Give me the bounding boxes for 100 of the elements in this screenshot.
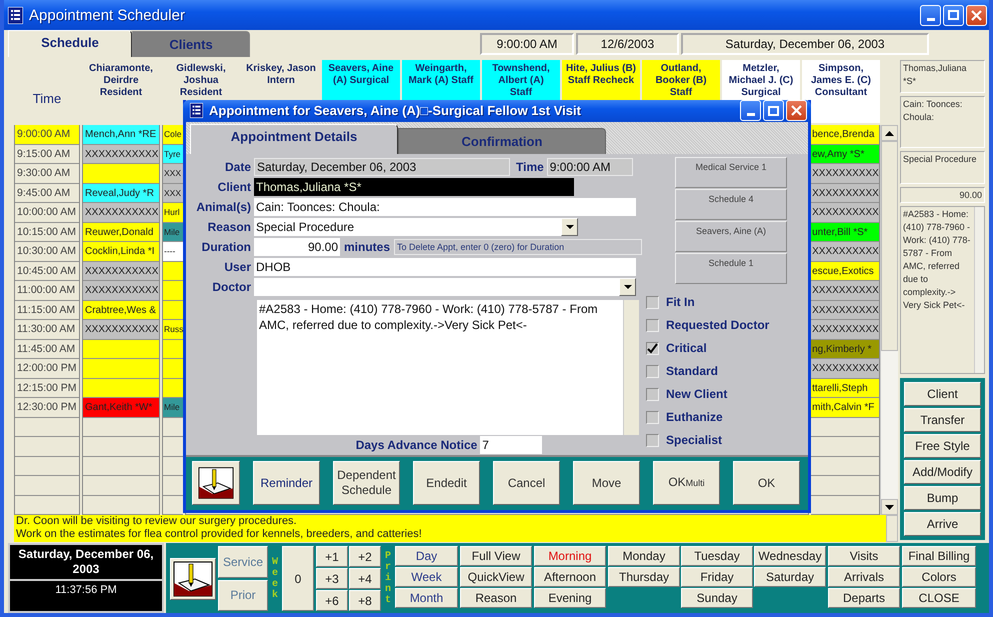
appointment-cell[interactable]: XXXXXXXXXXX	[83, 281, 159, 300]
advance-notice-field[interactable]: 7	[480, 436, 542, 454]
close-button[interactable]	[966, 4, 987, 26]
client-field[interactable]: Thomas,Juliana *S*	[254, 178, 574, 196]
service-button[interactable]: Service	[218, 546, 268, 578]
prior-button[interactable]: Prior	[218, 580, 268, 611]
week-offset-button[interactable]: +3	[316, 568, 348, 589]
dialog-button[interactable]: Reminder	[253, 461, 320, 506]
minimize-button[interactable]	[920, 4, 941, 26]
week-offset-button[interactable]: 0	[282, 546, 314, 611]
appointment-cell[interactable]: mith,Calvin *F	[811, 398, 880, 418]
week-offset-button[interactable]: +2	[349, 546, 381, 567]
appointment-cell[interactable]	[83, 164, 159, 184]
action-button[interactable]: Arrive	[904, 512, 981, 536]
user-field[interactable]: DHOB	[254, 258, 636, 276]
time-cell[interactable]: 11:45:00 AM	[15, 340, 79, 359]
appointment-cell[interactable]: Hurl	[163, 203, 183, 222]
period-button[interactable]: Morning	[534, 546, 606, 566]
dialog-button[interactable]: Cancel	[493, 461, 560, 506]
time-cell[interactable]: 10:00:00 AM	[15, 203, 79, 222]
scroll-thumb[interactable]	[881, 141, 898, 351]
time-cell[interactable]: 10:45:00 AM	[15, 262, 79, 281]
pencil-button[interactable]	[170, 558, 216, 600]
time-cell[interactable]: 11:30:00 AM	[15, 320, 79, 340]
list-button[interactable]: Departs	[828, 588, 900, 608]
checkbox[interactable]	[646, 434, 659, 446]
date-field[interactable]: Saturday, December 06, 2003	[254, 158, 510, 176]
tab[interactable]: Appointment Details	[190, 124, 398, 154]
day-button[interactable]: Saturday	[754, 567, 826, 587]
action-button[interactable]: Bump	[904, 486, 981, 510]
appointment-cell[interactable]: Cole	[163, 125, 183, 144]
appointment-cell[interactable]: XXXXXXXXXX	[811, 164, 880, 184]
appointment-cell[interactable]: escue,Exotics	[811, 262, 880, 281]
dropdown-button[interactable]	[619, 278, 636, 296]
time-cell[interactable]: 11:15:00 AM	[15, 300, 79, 320]
appointment-cell[interactable]	[163, 340, 183, 359]
appointment-cell[interactable]: XXXXXXXXXX	[811, 300, 880, 320]
appointment-cell[interactable]: Mile	[163, 398, 183, 418]
checkbox[interactable]	[646, 296, 659, 308]
appointment-cell[interactable]: bence,Brenda	[811, 125, 880, 144]
print-button[interactable]: Week	[395, 567, 458, 587]
time-cell[interactable]: 9:15:00 AM	[15, 144, 79, 164]
appointment-cell[interactable]: XXX	[163, 164, 183, 184]
scrollbar[interactable]	[623, 300, 639, 434]
scrollbar[interactable]	[974, 207, 984, 373]
appointment-cell[interactable]: XXXXXXXXXX	[811, 242, 880, 262]
maximize-button[interactable]	[943, 4, 964, 26]
view-button[interactable]: QuickView	[460, 567, 532, 587]
time-cell[interactable]: 9:30:00 AM	[15, 164, 79, 184]
appointment-cell[interactable]	[163, 359, 183, 378]
appointment-cell[interactable]: XXXXXXXXXX	[811, 320, 880, 340]
animals-field[interactable]: Cain: Toonces: Choula:	[254, 198, 636, 216]
pencil-button[interactable]	[192, 461, 240, 506]
dropdown-button[interactable]	[561, 218, 578, 236]
checkbox[interactable]	[646, 342, 659, 354]
dialog-button[interactable]: Move	[573, 461, 640, 506]
close-button[interactable]	[786, 100, 807, 122]
scroll-down-button[interactable]	[881, 499, 898, 515]
appointment-cell[interactable]: XXXXXXXXXXX	[83, 262, 159, 281]
notes-field[interactable]: #A2583 - Home: (410) 778-7960 - Work: (410) 778-5787 - From AMC, referred due to complexity.->Very Sick Pet<-	[257, 300, 639, 434]
appointment-cell[interactable]: XXXXXXXXXX	[811, 359, 880, 378]
dialog-button[interactable]: OK	[733, 461, 800, 506]
print-button[interactable]: Month	[395, 588, 458, 608]
period-button[interactable]: Evening	[534, 588, 606, 608]
minimize-button[interactable]	[740, 100, 761, 122]
appointment-cell[interactable]: ng,Kimberly *	[811, 340, 880, 359]
action-button[interactable]: Add/Modify	[904, 460, 981, 484]
appointment-cell[interactable]: XXXXXXXXXX	[811, 203, 880, 222]
duration-field[interactable]: 90.00	[254, 238, 340, 256]
appointment-cell[interactable]: Russ	[163, 320, 183, 340]
appointment-cell[interactable]: Tyre	[163, 144, 183, 164]
period-button[interactable]: Afternoon	[534, 567, 606, 587]
appointment-cell[interactable]: XXXXXXXXXXX	[83, 144, 159, 164]
time-cell[interactable]: 10:30:00 AM	[15, 242, 79, 262]
week-offset-button[interactable]: +4	[349, 568, 381, 589]
day-button[interactable]: Tuesday	[681, 546, 753, 566]
scrollbar[interactable]	[880, 125, 898, 515]
appointment-cell[interactable]: Reuwer,Donald	[83, 222, 159, 242]
time-cell[interactable]: 9:00:00 AM	[15, 125, 79, 144]
view-button[interactable]: Full View	[460, 546, 532, 566]
appointment-cell[interactable]	[163, 378, 183, 398]
action-button[interactable]: CLOSE	[902, 588, 976, 608]
time-cell[interactable]: 10:15:00 AM	[15, 222, 79, 242]
action-button[interactable]: Free Style	[904, 434, 981, 458]
appointment-cell[interactable]	[163, 281, 183, 300]
list-button[interactable]: Arrivals	[828, 567, 900, 587]
checkbox[interactable]	[646, 364, 659, 378]
maximize-button[interactable]	[763, 100, 784, 122]
time-cell[interactable]: 12:15:00 PM	[15, 378, 79, 398]
appointment-cell[interactable]: ttarelli,Steph	[811, 378, 880, 398]
day-button[interactable]: Thursday	[608, 567, 680, 587]
appointment-cell[interactable]: Cocklin,Linda *I	[83, 242, 159, 262]
tab[interactable]: Schedule	[8, 30, 132, 57]
appointment-cell[interactable]: XXXXXXXXXXX	[83, 203, 159, 222]
dialog-button[interactable]: Dependent Schedule	[333, 461, 400, 506]
day-button[interactable]: Monday	[608, 546, 680, 566]
appointment-cell[interactable]	[83, 340, 159, 359]
checkbox[interactable]	[646, 410, 659, 424]
action-button[interactable]: Transfer	[904, 408, 981, 432]
day-button[interactable]: Wednesday	[754, 546, 826, 566]
